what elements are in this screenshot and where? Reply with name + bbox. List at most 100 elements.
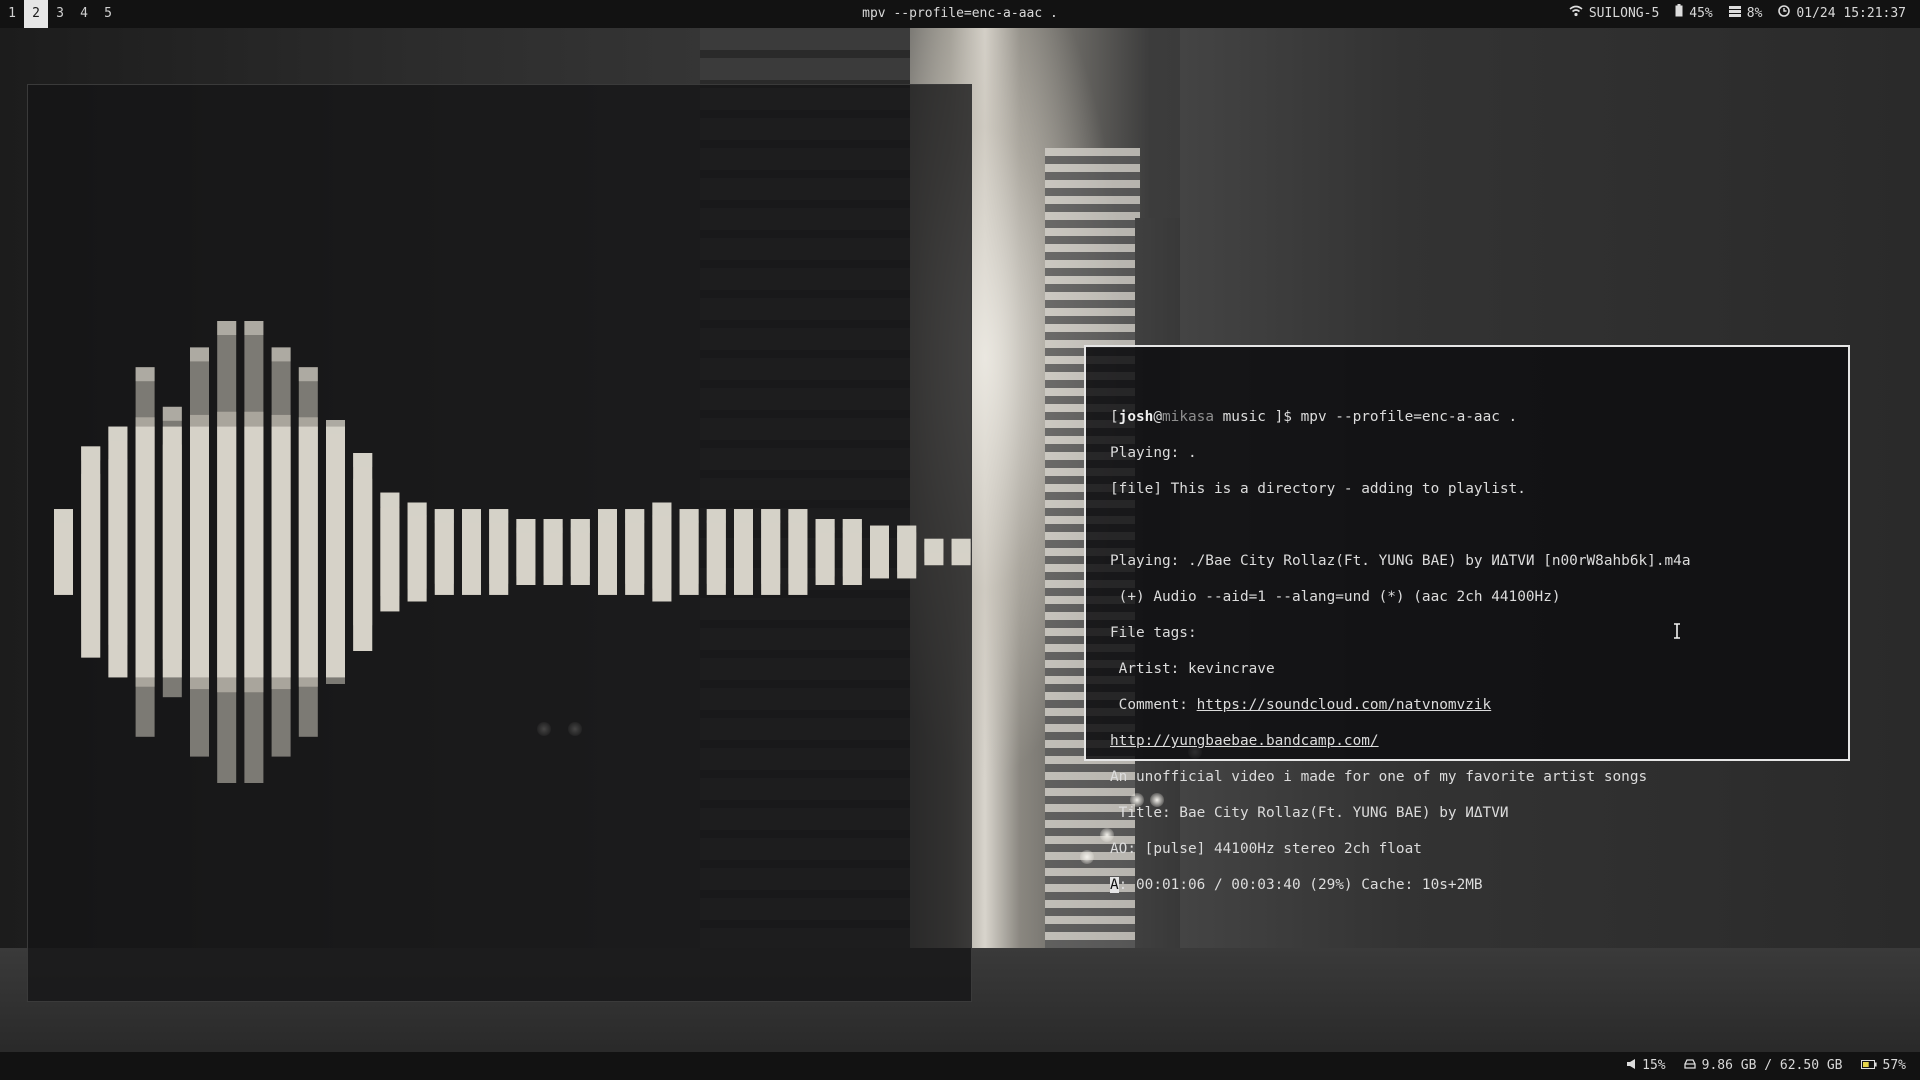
visualizer-bar-cap (244, 321, 264, 335)
visualizer-bar (298, 367, 318, 737)
visualizer-bar-inner (217, 426, 237, 678)
visualizer-bar-inner (108, 426, 128, 678)
visualizer-bar (108, 426, 128, 678)
visualizer-bar-cap (407, 502, 427, 517)
visualizer-bar-cap (462, 509, 481, 524)
visualizer-bar-cap (135, 367, 155, 382)
visualizer-bar-inner (271, 426, 291, 678)
visualizer-bar-inner (135, 426, 155, 678)
visualizer-bar-cap (951, 538, 971, 553)
visualizer-bar-cap (598, 509, 617, 524)
visualizer-bar (489, 509, 509, 595)
visualizer-bar-cap (788, 509, 808, 524)
visualizer-bar (162, 406, 182, 698)
battery-status[interactable]: 45% (1675, 0, 1713, 28)
street-lamp (1080, 850, 1094, 864)
visualizer-bar (54, 509, 73, 595)
output-audio-track: (+) Audio --aid=1 --alang=und (*) (aac 2… (1110, 589, 1561, 605)
visualizer-bar (135, 367, 155, 737)
visualizer-bar (380, 492, 400, 612)
visualizer-bar-cap (380, 492, 400, 507)
visualizer-bar-cap (81, 446, 101, 461)
terminal-window[interactable]: [josh@mikasa music ]$ mpv --profile=enc-… (1084, 345, 1850, 893)
audio-visualizer-window[interactable] (27, 84, 972, 1002)
top-status-bar: 1 2 3 4 5 mpv --profile=enc-a-aac . SUIL… (0, 0, 1920, 28)
prompt-bracket: [ (1110, 409, 1119, 425)
visualizer-bar (326, 420, 345, 684)
disk-status[interactable]: 9.86 GB / 62.50 GB (1683, 1052, 1843, 1080)
visualizer-bar (625, 509, 645, 595)
visualizer-bar-inner (162, 426, 182, 678)
visualizer-bar-cap (190, 347, 209, 362)
output-artist: Artist: kevincrave (1110, 661, 1275, 677)
output-audio-output: AO: [pulse] 44100Hz stereo 2ch float (1110, 841, 1422, 857)
comment-label: Comment: (1110, 697, 1197, 713)
visualizer-bar-inner (244, 426, 264, 678)
visualizer-bar (815, 519, 835, 585)
visualizer-bar-cap (108, 426, 128, 441)
clock[interactable]: 01/24 15:21:37 (1778, 0, 1906, 28)
bandcamp-link[interactable]: http://yungbaebae.bandcamp.com/ (1110, 733, 1379, 749)
audio-visualizer (54, 321, 971, 783)
output-playing-dir: Playing: . (1110, 445, 1197, 461)
visualizer-bar-cap (516, 519, 536, 533)
volume-value: 15% (1642, 1058, 1666, 1073)
visualizer-bar-cap (924, 538, 944, 553)
visualizer-bar (434, 509, 454, 595)
output-file: [file] This is a directory - adding to p… (1110, 481, 1526, 497)
output-title: Title: Bae City Rollaz(Ft. YUNG BAE) by … (1110, 805, 1509, 821)
visualizer-bar-inner (380, 492, 400, 612)
datetime: 01/24 15:21:37 (1796, 6, 1906, 21)
volume-status[interactable]: 15% (1627, 1052, 1666, 1080)
battery-value: 45% (1689, 6, 1713, 21)
visualizer-bar (679, 509, 699, 595)
output-description: An unofficial video i made for one of my… (1110, 769, 1648, 785)
prompt-command: mpv --profile=enc-a-aac . (1300, 409, 1518, 425)
battery-value-bottom: 57% (1882, 1058, 1906, 1073)
visualizer-bar (951, 538, 971, 566)
system-tray: SUILONG-5 45% 8% 01/24 15:21:37 (1569, 0, 1906, 28)
visualizer-bar-cap (543, 519, 563, 533)
visualizer-bar-cap (570, 519, 590, 533)
visualizer-bar-cap (489, 509, 509, 524)
visualizer-bar-cap (353, 453, 373, 467)
bottom-status-bar: 15% 9.86 GB / 62.50 GB 57% (0, 1052, 1920, 1080)
visualizer-bar (190, 347, 209, 757)
soundcloud-link[interactable]: https://soundcloud.com/natvnomvzik (1197, 697, 1492, 713)
visualizer-bar (543, 519, 563, 585)
visualizer-bar-cap (298, 367, 318, 382)
visualizer-bar (652, 502, 672, 602)
disk-value: 9.86 GB / 62.50 GB (1701, 1058, 1843, 1073)
wifi-name: SUILONG-5 (1588, 6, 1660, 21)
visualizer-bar-cap (679, 509, 699, 524)
visualizer-bar-inner (298, 426, 318, 678)
battery-status-bottom[interactable]: 57% (1860, 1052, 1906, 1080)
visualizer-bar-cap (652, 502, 672, 517)
wifi-status[interactable]: SUILONG-5 (1569, 0, 1659, 28)
visualizer-bar-inner (407, 502, 427, 602)
visualizer-bar (734, 509, 753, 595)
prompt-user: josh (1118, 409, 1154, 425)
visualizer-bar-cap (326, 420, 345, 434)
visualizer-bar-inner (81, 446, 101, 658)
speaker-icon (1627, 1052, 1636, 1080)
visualizer-bar (870, 525, 889, 579)
memory-icon (1728, 0, 1741, 28)
output-playing-track: Playing: ./Bae City Rollaz(Ft. YUNG BAE)… (1110, 553, 1691, 569)
playback-status-line: A: 00:01:06 / 00:03:40 (29%) Cache: 10s+… (1110, 876, 1824, 894)
visualizer-bar-cap (761, 509, 781, 524)
visualizer-bar-cap (815, 519, 835, 533)
visualizer-bar (516, 519, 536, 585)
visualizer-bar-cap (897, 525, 917, 540)
visualizer-bar (706, 509, 726, 595)
visualizer-bar (271, 347, 291, 757)
battery-icon (1675, 0, 1683, 28)
memory-status[interactable]: 8% (1728, 0, 1762, 28)
wifi-icon (1569, 0, 1583, 28)
visualizer-bar-cap (842, 519, 862, 533)
output-bandcamp: http://yungbaebae.bandcamp.com/ (1110, 732, 1824, 750)
visualizer-bar-cap (734, 509, 753, 524)
visualizer-bar-cap (625, 509, 645, 524)
battery-icon (1860, 1052, 1877, 1080)
